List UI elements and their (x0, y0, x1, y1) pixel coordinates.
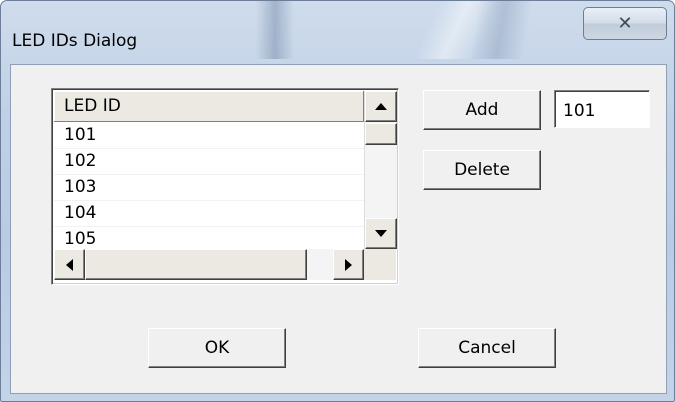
ok-button[interactable]: OK (148, 328, 286, 368)
arrow-up-icon (375, 103, 387, 110)
horizontal-scroll-thumb[interactable] (85, 249, 307, 280)
scrollbar-corner (364, 249, 396, 280)
list-column-header[interactable]: LED ID (54, 91, 364, 122)
scroll-right-button[interactable] (333, 249, 364, 280)
scroll-up-button[interactable] (365, 91, 397, 122)
horizontal-scrollbar[interactable] (54, 249, 364, 280)
led-id-list[interactable]: LED ID 101 102 103 104 105 (51, 88, 399, 285)
list-item[interactable]: 104 (54, 201, 364, 227)
arrow-right-icon (345, 258, 352, 271)
close-button[interactable]: ✕ (583, 7, 667, 40)
list-item[interactable]: 101 (54, 123, 364, 149)
dialog-client-area: LED ID 101 102 103 104 105 Add 101 Delet… (10, 64, 667, 394)
frame-streak (396, 1, 516, 59)
list-item[interactable]: 105 (54, 227, 364, 249)
vertical-scroll-thumb[interactable] (365, 123, 397, 145)
list-item[interactable]: 102 (54, 149, 364, 175)
delete-button[interactable]: Delete (423, 150, 541, 190)
arrow-down-icon (375, 230, 387, 237)
frame-streak (256, 1, 294, 59)
frame-streak (461, 1, 541, 59)
list-item[interactable]: 103 (54, 175, 364, 201)
arrow-left-icon (66, 258, 73, 271)
vertical-scrollbar[interactable] (364, 91, 397, 249)
window-title: LED IDs Dialog (12, 31, 138, 51)
cancel-button[interactable]: Cancel (418, 328, 556, 368)
close-icon: ✕ (617, 13, 633, 34)
scroll-left-button[interactable] (54, 249, 85, 280)
add-button[interactable]: Add (423, 90, 541, 130)
scroll-down-button[interactable] (365, 218, 397, 249)
led-id-input[interactable] (554, 90, 650, 128)
list-rows: 101 102 103 104 105 (54, 123, 364, 249)
dialog-window: LED IDs Dialog ✕ LED ID 101 102 103 104 … (0, 0, 675, 402)
